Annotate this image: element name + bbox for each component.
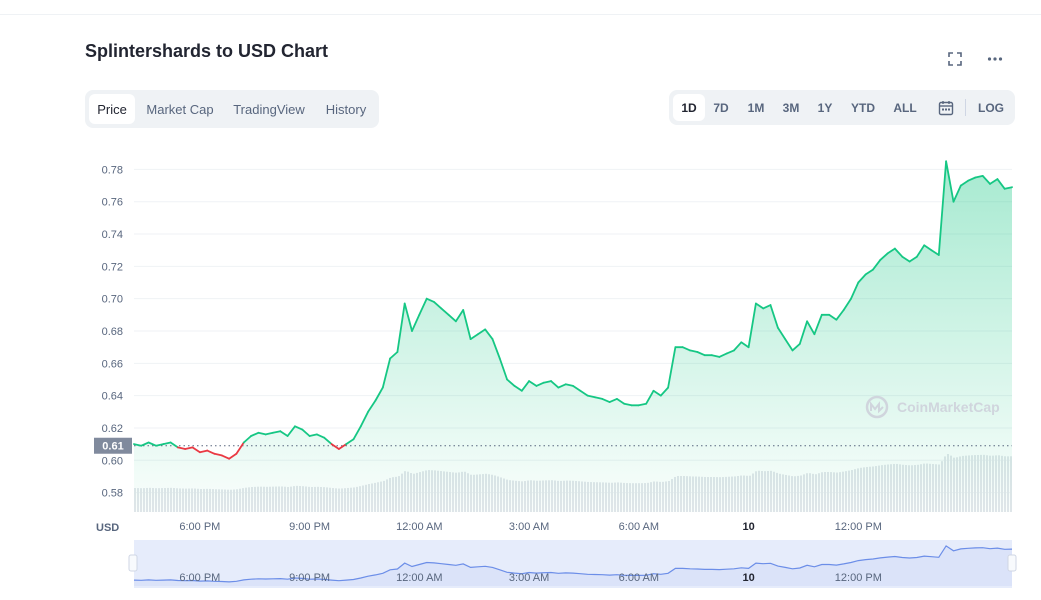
x-tick-label: 12:00 PM: [835, 521, 882, 533]
y-tick-label: 0.62: [102, 423, 123, 435]
x-tick-label: 12:00 AM: [396, 521, 442, 533]
x-tick-label: 6:00 AM: [619, 521, 659, 533]
price-area-fill: [134, 161, 1012, 513]
navigator-tick-label: 3:00 AM: [509, 572, 549, 584]
price-chart: CoinMarketCap 0.58 0.60 0.62 0.64 0.66 0.68 0.…: [94, 160, 1017, 588]
x-tick-label: 6:00 PM: [179, 521, 220, 533]
navigator-tick-label: 12:00 AM: [396, 572, 442, 584]
x-tick-label: 9:00 PM: [289, 521, 330, 533]
y-tick-label: 0.74: [102, 229, 123, 241]
y-tick-label: 0.78: [102, 164, 123, 176]
navigator-tick-label: 10: [742, 572, 754, 584]
y-tick-label: 0.68: [102, 326, 123, 338]
y-tick-label: 0.58: [102, 488, 123, 500]
reference-price-value: 0.61: [102, 441, 123, 453]
y-tick-label: 0.76: [102, 197, 123, 209]
navigator-right-handle[interactable]: [1007, 554, 1017, 572]
watermark-text: CoinMarketCap: [897, 399, 1000, 415]
navigator-tick-label: 9:00 PM: [289, 572, 330, 584]
reference-price-label: 0.61: [94, 437, 132, 454]
y-tick-label: 0.72: [102, 261, 123, 273]
range-navigator[interactable]: 6:00 PM 9:00 PM 12:00 AM 3:00 AM 6:00 AM 10 12…: [128, 540, 1017, 588]
y-tick-label: 0.70: [102, 294, 123, 306]
x-tick-label: 3:00 AM: [509, 521, 549, 533]
currency-label: USD: [96, 522, 119, 534]
navigator-tick-label: 6:00 AM: [619, 572, 659, 584]
navigator-left-handle[interactable]: [128, 554, 138, 572]
y-tick-label: 0.66: [102, 358, 123, 370]
x-tick-label: 10: [742, 521, 754, 533]
y-tick-label: 0.60: [102, 455, 123, 467]
navigator-tick-label: 12:00 PM: [835, 572, 882, 584]
navigator-tick-label: 6:00 PM: [179, 572, 220, 584]
y-tick-label: 0.64: [102, 391, 123, 403]
